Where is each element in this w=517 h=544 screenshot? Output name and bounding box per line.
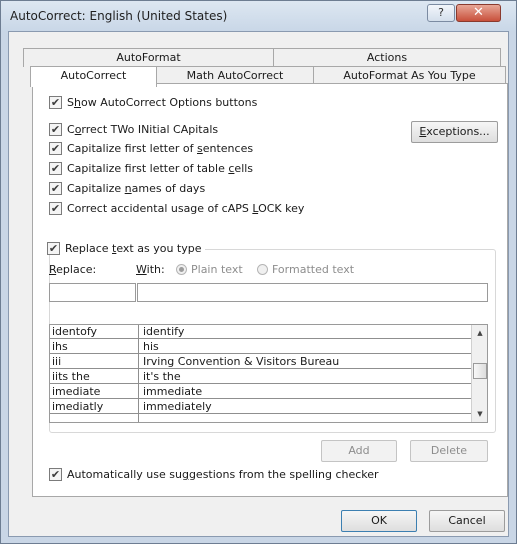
help-button[interactable]: ? <box>427 4 455 22</box>
replace-label: Replace: <box>49 263 97 276</box>
radio-selected-icon <box>176 264 187 275</box>
scroll-thumb[interactable] <box>473 363 487 379</box>
check-icon: ✔ <box>49 468 62 481</box>
autocorrect-dialog: AutoCorrect: English (United States) ? ✕… <box>0 0 517 544</box>
window-title: AutoCorrect: English (United States) <box>10 9 228 23</box>
list-item[interactable]: iits the it's the <box>50 370 471 384</box>
radio-unselected-icon <box>257 264 268 275</box>
show-options-buttons-checkbox[interactable]: ✔ Show AutoCorrect Options buttons <box>49 96 257 109</box>
checkbox-label: Capitalize first letter of sentences <box>67 142 254 155</box>
with-input[interactable] <box>137 283 488 302</box>
list-item[interactable]: identofy identify <box>50 325 471 339</box>
check-icon: ✔ <box>49 162 62 175</box>
tab-autocorrect[interactable]: AutoCorrect <box>30 66 157 87</box>
list-item[interactable]: ihs his <box>50 340 471 354</box>
delete-button[interactable]: Delete <box>410 440 488 462</box>
list-item[interactable]: iii Irving Convention & Visitors Bureau <box>50 355 471 369</box>
close-button[interactable]: ✕ <box>456 4 501 22</box>
checkbox-label: Capitalize first letter of table cells <box>67 162 254 175</box>
replace-input[interactable] <box>49 283 136 302</box>
capitalize-table-cells-checkbox[interactable]: ✔ Capitalize first letter of table cells <box>49 162 253 175</box>
ok-button[interactable]: OK <box>341 510 417 532</box>
scroll-up-icon[interactable]: ▲ <box>472 325 487 341</box>
tab-actions[interactable]: Actions <box>273 48 501 67</box>
title-bar[interactable]: AutoCorrect: English (United States) ? ✕ <box>1 1 516 31</box>
check-icon: ✔ <box>49 96 62 109</box>
exceptions-button[interactable]: Exceptions... <box>411 121 498 143</box>
list-scrollbar[interactable]: ▲ ▼ <box>471 325 487 422</box>
list-item[interactable]: imediatly immediately <box>50 400 471 414</box>
check-icon: ✔ <box>47 242 60 255</box>
checkbox-label: Automatically use suggestions from the s… <box>67 468 379 481</box>
check-icon: ✔ <box>49 123 62 136</box>
scroll-down-icon[interactable]: ▼ <box>472 406 487 422</box>
add-button[interactable]: Add <box>321 440 397 462</box>
tabs-top-row: AutoFormat Actions <box>23 48 502 67</box>
auto-suggestions-checkbox[interactable]: ✔ Automatically use suggestions from the… <box>49 468 379 481</box>
with-label: With: <box>136 263 165 276</box>
checkbox-label: Capitalize names of days <box>67 182 206 195</box>
checkbox-label: Correct accidental usage of cAPS LOCK ke… <box>67 202 305 215</box>
checkbox-label: Replace text as you type <box>65 242 202 255</box>
check-icon: ✔ <box>49 182 62 195</box>
check-icon: ✔ <box>49 142 62 155</box>
autocorrect-entries-list[interactable]: identofy identify ihs his iii Irving Con… <box>49 324 488 423</box>
list-item[interactable]: imediate immediate <box>50 385 471 399</box>
plain-text-radio[interactable]: Plain text <box>176 263 243 276</box>
replace-text-checkbox[interactable]: ✔ Replace text as you type <box>47 242 205 255</box>
check-icon: ✔ <box>49 202 62 215</box>
checkbox-label: Correct TWo INitial CApitals <box>67 123 219 136</box>
cancel-button[interactable]: Cancel <box>429 510 505 532</box>
capitalize-days-checkbox[interactable]: ✔ Capitalize names of days <box>49 182 205 195</box>
correct-two-initial-capitals-checkbox[interactable]: ✔ Correct TWo INitial CApitals <box>49 123 218 136</box>
capitalize-sentences-checkbox[interactable]: ✔ Capitalize first letter of sentences <box>49 142 253 155</box>
formatted-text-radio[interactable]: Formatted text <box>257 263 354 276</box>
caps-lock-checkbox[interactable]: ✔ Correct accidental usage of cAPS LOCK … <box>49 202 304 215</box>
tab-autoformat[interactable]: AutoFormat <box>23 48 274 67</box>
checkbox-label: Show AutoCorrect Options buttons <box>67 96 258 109</box>
column-divider <box>138 325 139 422</box>
